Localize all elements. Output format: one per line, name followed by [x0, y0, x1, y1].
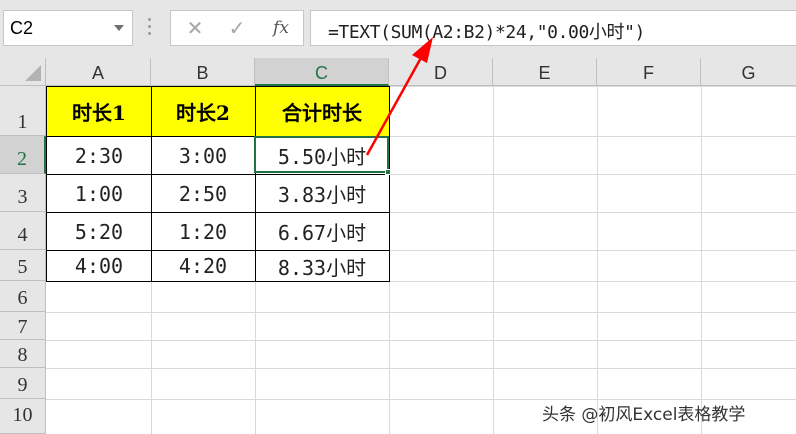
watermark: 头条 @初风Excel表格教学	[542, 405, 746, 425]
arrow-head-icon	[412, 37, 433, 63]
arrow-shaft	[365, 55, 424, 156]
annotation-arrow	[365, 37, 433, 156]
